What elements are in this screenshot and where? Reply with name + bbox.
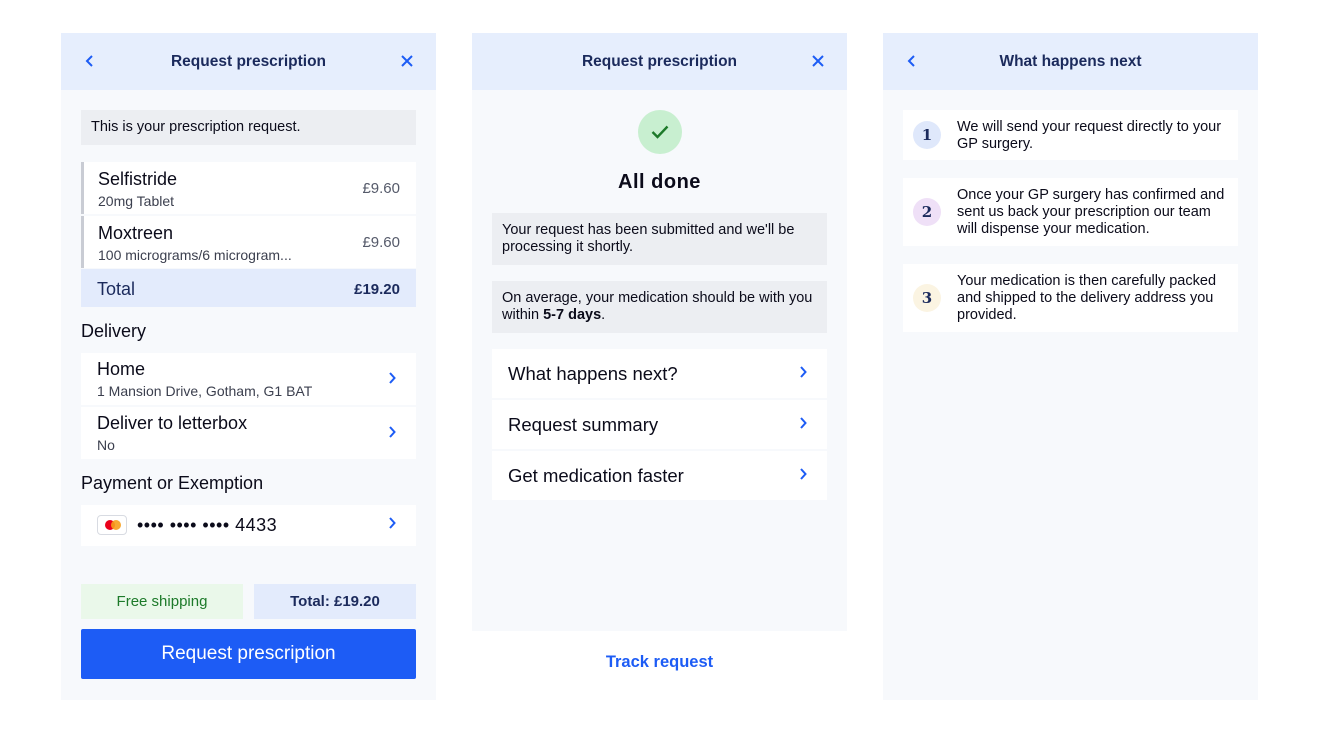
card-number: •••• •••• •••• 4433: [137, 515, 278, 535]
total-label: Total: [97, 279, 136, 299]
chevron-right-icon: [389, 426, 396, 438]
what-happens-next-link[interactable]: What happens next?: [492, 349, 827, 398]
page-title: What happens next: [999, 53, 1142, 70]
link-label: Request summary: [508, 414, 659, 435]
row-subtitle: No: [97, 437, 115, 453]
step-card: 3 Your medication is then carefully pack…: [903, 264, 1238, 332]
close-icon: [401, 55, 413, 67]
eta-suffix: .: [601, 307, 606, 323]
submitted-message: Your request has been submitted and we'l…: [492, 213, 827, 265]
page-title: Request prescription: [170, 53, 327, 70]
header: What happens next: [883, 33, 1258, 90]
medication-name: Selfistride: [98, 169, 178, 189]
step-text: Once your GP surgery has confirmed and s…: [957, 187, 1225, 237]
chevron-right-icon: [389, 517, 396, 529]
link-label: Get medication faster: [508, 465, 684, 486]
step-number: 1: [913, 121, 941, 149]
eta-days: 5-7 days: [543, 307, 602, 323]
request-prescription-screen: Request prescription This is your prescr…: [61, 33, 436, 700]
row-title: Deliver to letterbox: [97, 413, 248, 433]
grand-total-badge: Total: £19.20: [254, 584, 416, 619]
request-prescription-button[interactable]: Request prescription: [81, 629, 416, 679]
mastercard-icon: [97, 515, 127, 535]
medication-dosage: 20mg Tablet: [98, 193, 175, 209]
intro-text: This is your prescription request.: [81, 110, 416, 145]
payment-method-row[interactable]: •••• •••• •••• 4433: [81, 505, 416, 546]
free-shipping-badge: Free shipping: [81, 584, 243, 619]
request-summary-link[interactable]: Request summary: [492, 400, 827, 449]
delivery-heading: Delivery: [81, 321, 147, 341]
header: Request prescription: [472, 33, 847, 90]
done-heading: All done: [618, 171, 701, 193]
step-text: We will send your request directly to yo…: [957, 119, 1222, 152]
medication-name: Moxtreen: [98, 223, 174, 243]
row-subtitle: 1 Mansion Drive, Gotham, G1 BAT: [97, 383, 313, 399]
close-button[interactable]: [806, 49, 830, 73]
medication-dosage: 100 micrograms/6 microgram...: [98, 247, 292, 263]
header: Request prescription: [61, 33, 436, 90]
step-text: Your medication is then carefully packed…: [957, 273, 1217, 323]
chevron-right-icon: [800, 417, 807, 429]
footer: Track request: [472, 631, 847, 700]
link-label: What happens next?: [508, 363, 678, 384]
order-total-row: Total £19.20: [81, 269, 416, 307]
row-title: Home: [97, 359, 146, 379]
page-title: Request prescription: [581, 53, 738, 70]
total-value: £19.20: [354, 281, 400, 298]
medication-item: Selfistride 20mg Tablet £9.60: [81, 162, 416, 214]
get-medication-faster-link[interactable]: Get medication faster: [492, 451, 827, 500]
step-number: 3: [913, 284, 941, 312]
what-happens-next-screen: What happens next 1 We will send your re…: [883, 33, 1258, 700]
chevron-right-icon: [800, 468, 807, 480]
chevron-right-icon: [389, 372, 396, 384]
confirmation-screen: Request prescription All done Your reque…: [472, 33, 847, 700]
step-number: 2: [913, 198, 941, 226]
close-icon: [812, 55, 824, 67]
medication-item: Moxtreen 100 micrograms/6 microgram... £…: [81, 216, 416, 268]
delivery-address-row[interactable]: Home 1 Mansion Drive, Gotham, G1 BAT: [81, 353, 416, 405]
eta-message: On average, your medication should be wi…: [492, 281, 827, 333]
letterbox-row[interactable]: Deliver to letterbox No: [81, 407, 416, 459]
step-card: 2 Once your GP surgery has confirmed and…: [903, 178, 1238, 246]
chevron-right-icon: [800, 366, 807, 378]
track-request-button[interactable]: Track request: [472, 653, 847, 672]
medication-price: £9.60: [362, 234, 400, 251]
step-card: 1 We will send your request directly to …: [903, 110, 1238, 160]
success-check-icon: [638, 110, 682, 154]
medication-price: £9.60: [362, 180, 400, 197]
close-button[interactable]: [395, 49, 419, 73]
payment-heading: Payment or Exemption: [81, 473, 264, 493]
